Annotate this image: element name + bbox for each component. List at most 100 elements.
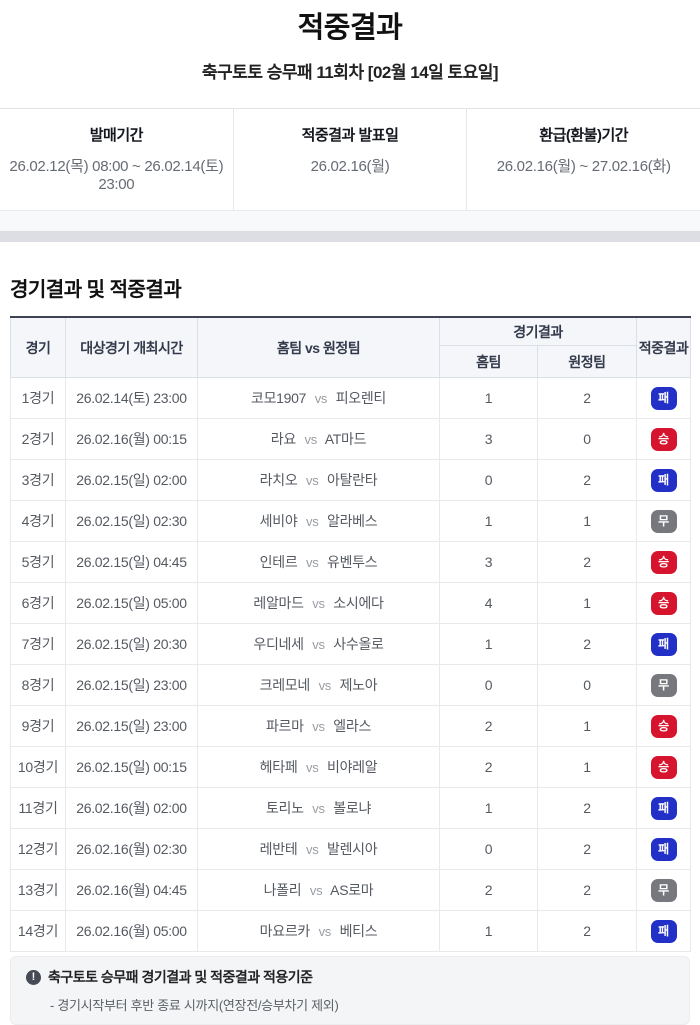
- match-number-cell: 10경기: [11, 747, 66, 788]
- outcome-cell: 패: [637, 829, 691, 870]
- away-team-name: 사수올로: [333, 636, 383, 652]
- outcome-cell: 무: [637, 665, 691, 706]
- home-score-cell: 0: [440, 829, 538, 870]
- match-time-cell: 26.02.15(일) 02:00: [66, 460, 198, 501]
- vs-label: vs: [319, 924, 331, 939]
- table-row: 1경기 26.02.14(토) 23:00 코모1907 vs 피오렌티 1 2…: [11, 378, 691, 419]
- results-table: 경기 대상경기 개최시간 홈팀 vs 원정팀 경기결과 적중결과 홈팀 원정팀 …: [10, 316, 691, 952]
- vs-label: vs: [315, 391, 327, 406]
- table-row: 4경기 26.02.15(일) 02:30 세비야 vs 알라베스 1 1 무: [11, 501, 691, 542]
- away-score-cell: 2: [538, 378, 637, 419]
- outcome-badge: 승: [651, 715, 677, 738]
- outcome-badge: 승: [651, 756, 677, 779]
- match-time-cell: 26.02.15(일) 04:45: [66, 542, 198, 583]
- info-value: 26.02.16(월) ~ 27.02.16(화): [467, 155, 700, 176]
- teams-cell: 크레모네 vs 제노아: [198, 665, 440, 706]
- home-score-cell: 1: [440, 911, 538, 952]
- home-score-cell: 1: [440, 624, 538, 665]
- match-number-cell: 8경기: [11, 665, 66, 706]
- teams-cell: 레반테 vs 발렌시아: [198, 829, 440, 870]
- vs-label: vs: [312, 596, 324, 611]
- info-value: 26.02.12(목) 08:00 ~ 26.02.14(토) 23:00: [0, 155, 233, 193]
- table-row: 5경기 26.02.15(일) 04:45 인테르 vs 유벤투스 3 2 승: [11, 542, 691, 583]
- away-team-name: 베티스: [340, 923, 378, 939]
- info-label: 적중결과 발표일: [234, 124, 467, 145]
- col-header-match: 경기: [11, 317, 66, 378]
- away-team-name: 소시에다: [333, 595, 383, 611]
- home-score-cell: 2: [440, 870, 538, 911]
- info-label: 발매기간: [0, 124, 233, 145]
- outcome-badge: 무: [651, 674, 677, 697]
- away-score-cell: 1: [538, 747, 637, 788]
- match-number-cell: 13경기: [11, 870, 66, 911]
- match-time-cell: 26.02.16(월) 04:45: [66, 870, 198, 911]
- table-row: 2경기 26.02.16(월) 00:15 라요 vs AT마드 3 0 승: [11, 419, 691, 460]
- away-team-name: 볼로냐: [333, 800, 371, 816]
- results-table-body: 1경기 26.02.14(토) 23:00 코모1907 vs 피오렌티 1 2…: [11, 378, 691, 952]
- teams-cell: 레알마드 vs 소시에다: [198, 583, 440, 624]
- section-divider-light: [0, 211, 700, 231]
- match-time-cell: 26.02.15(일) 20:30: [66, 624, 198, 665]
- match-time-cell: 26.02.16(월) 00:15: [66, 419, 198, 460]
- outcome-badge: 패: [651, 797, 677, 820]
- away-team-name: 비야레알: [327, 759, 377, 775]
- col-header-away-score: 원정팀: [538, 346, 637, 378]
- teams-cell: 코모1907 vs 피오렌티: [198, 378, 440, 419]
- home-team-name: 세비야: [260, 513, 298, 529]
- match-time-cell: 26.02.15(일) 23:00: [66, 665, 198, 706]
- home-team-name: 크레모네: [260, 677, 310, 693]
- home-team-name: 라치오: [260, 472, 298, 488]
- teams-cell: 토리노 vs 볼로냐: [198, 788, 440, 829]
- outcome-cell: 패: [637, 624, 691, 665]
- outcome-cell: 승: [637, 419, 691, 460]
- vs-label: vs: [312, 719, 324, 734]
- away-score-cell: 1: [538, 583, 637, 624]
- home-team-name: 레알마드: [253, 595, 303, 611]
- outcome-badge: 패: [651, 920, 677, 943]
- table-row: 12경기 26.02.16(월) 02:30 레반테 vs 발렌시아 0 2 패: [11, 829, 691, 870]
- info-item-sale-period: 발매기간 26.02.12(목) 08:00 ~ 26.02.14(토) 23:…: [0, 109, 233, 210]
- info-item-announce-date: 적중결과 발표일 26.02.16(월): [233, 109, 467, 210]
- match-number-cell: 5경기: [11, 542, 66, 583]
- section-heading: 경기결과 및 적중결과: [10, 273, 690, 302]
- away-score-cell: 2: [538, 624, 637, 665]
- home-team-name: 코모1907: [251, 390, 306, 406]
- col-header-home-score: 홈팀: [440, 346, 538, 378]
- notice-title: 축구토토 승무패 경기결과 및 적중결과 적용기준: [48, 967, 313, 987]
- vs-label: vs: [312, 801, 324, 816]
- outcome-cell: 승: [637, 542, 691, 583]
- away-score-cell: 2: [538, 870, 637, 911]
- home-score-cell: 0: [440, 460, 538, 501]
- outcome-badge: 승: [651, 592, 677, 615]
- section-divider-bar: [0, 231, 700, 242]
- table-row: 9경기 26.02.15(일) 23:00 파르마 vs 엘라스 2 1 승: [11, 706, 691, 747]
- info-bar: 발매기간 26.02.12(목) 08:00 ~ 26.02.14(토) 23:…: [0, 108, 700, 211]
- outcome-badge: 무: [651, 879, 677, 902]
- notice-line: - 경기시작부터 후반 종료 시까지(연장전/승부차기 제외): [26, 995, 674, 1014]
- table-row: 7경기 26.02.15(일) 20:30 우디네세 vs 사수올로 1 2 패: [11, 624, 691, 665]
- teams-cell: 나폴리 vs AS로마: [198, 870, 440, 911]
- away-score-cell: 1: [538, 501, 637, 542]
- home-score-cell: 2: [440, 706, 538, 747]
- outcome-cell: 패: [637, 378, 691, 419]
- home-score-cell: 1: [440, 788, 538, 829]
- away-team-name: 발렌시아: [327, 841, 377, 857]
- outcome-cell: 패: [637, 460, 691, 501]
- match-time-cell: 26.02.15(일) 05:00: [66, 583, 198, 624]
- match-number-cell: 2경기: [11, 419, 66, 460]
- outcome-cell: 승: [637, 747, 691, 788]
- match-time-cell: 26.02.15(일) 02:30: [66, 501, 198, 542]
- home-score-cell: 1: [440, 378, 538, 419]
- match-number-cell: 4경기: [11, 501, 66, 542]
- table-row: 11경기 26.02.16(월) 02:00 토리노 vs 볼로냐 1 2 패: [11, 788, 691, 829]
- match-number-cell: 7경기: [11, 624, 66, 665]
- match-number-cell: 6경기: [11, 583, 66, 624]
- page-subtitle: 축구토토 승무패 11회차 [02월 14일 토요일]: [0, 58, 700, 83]
- away-score-cell: 2: [538, 542, 637, 583]
- teams-cell: 라치오 vs 아탈란타: [198, 460, 440, 501]
- table-row: 14경기 26.02.16(월) 05:00 마요르카 vs 베티스 1 2 패: [11, 911, 691, 952]
- outcome-cell: 무: [637, 870, 691, 911]
- home-score-cell: 1: [440, 501, 538, 542]
- home-team-name: 라요: [271, 431, 296, 447]
- away-team-name: 알라베스: [327, 513, 377, 529]
